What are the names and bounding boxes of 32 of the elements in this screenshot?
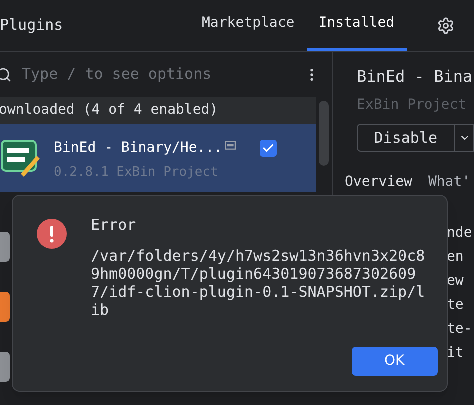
settings-icon[interactable]	[436, 16, 455, 34]
window-title: Plugins	[0, 15, 64, 36]
tab[interactable]: Marketplace	[190, 0, 307, 51]
plugin-name: BinEd - Binary/He...	[54, 139, 223, 158]
detail-text: te-	[447, 320, 474, 339]
plugin-meta: 0.2.8.1 ExBin Project	[54, 164, 220, 182]
window-icon	[224, 141, 236, 150]
search-field[interactable]: Type / to see options	[22, 63, 282, 86]
error-message: /var/folders/4y/h7ws2sw13n36hvn3x20c89hm0000gn/T/plugin6430190736873026097/idf-clion-plugin-0.1-SNAPSHOT.zip/lib	[91, 246, 426, 318]
plugin-item[interactable]: BinEd - Binary/He... 0.2.8.1 ExBin Project	[0, 124, 316, 192]
plugin-icon	[0, 292, 10, 322]
ok-button[interactable]: OK	[352, 346, 438, 376]
disable-button[interactable]: Disable	[357, 124, 455, 152]
plugin-icon	[0, 352, 10, 382]
dialog-title: Error	[91, 215, 138, 236]
tab[interactable]: Installed	[306, 0, 407, 51]
plugin-logo-icon	[1, 138, 41, 178]
detail-text: ew	[447, 272, 465, 291]
plugin-icon	[0, 232, 10, 262]
group-header: ownloaded (4 of 4 enabled)	[0, 101, 218, 120]
scrollbar[interactable]	[319, 101, 329, 166]
detail-tab[interactable]: Overview	[345, 172, 412, 193]
error-icon	[37, 219, 67, 249]
detail-text: it	[447, 344, 465, 363]
detail-tab[interactable]: What'	[428, 172, 471, 193]
plugin-title: BinEd - Bina	[357, 66, 474, 88]
detail-text: te	[447, 296, 465, 315]
detail-text: en	[447, 248, 465, 267]
enabled-checkbox[interactable]	[260, 140, 277, 157]
detail-text: nde	[447, 224, 474, 243]
check-icon	[262, 142, 275, 155]
search-icon[interactable]	[0, 66, 12, 82]
